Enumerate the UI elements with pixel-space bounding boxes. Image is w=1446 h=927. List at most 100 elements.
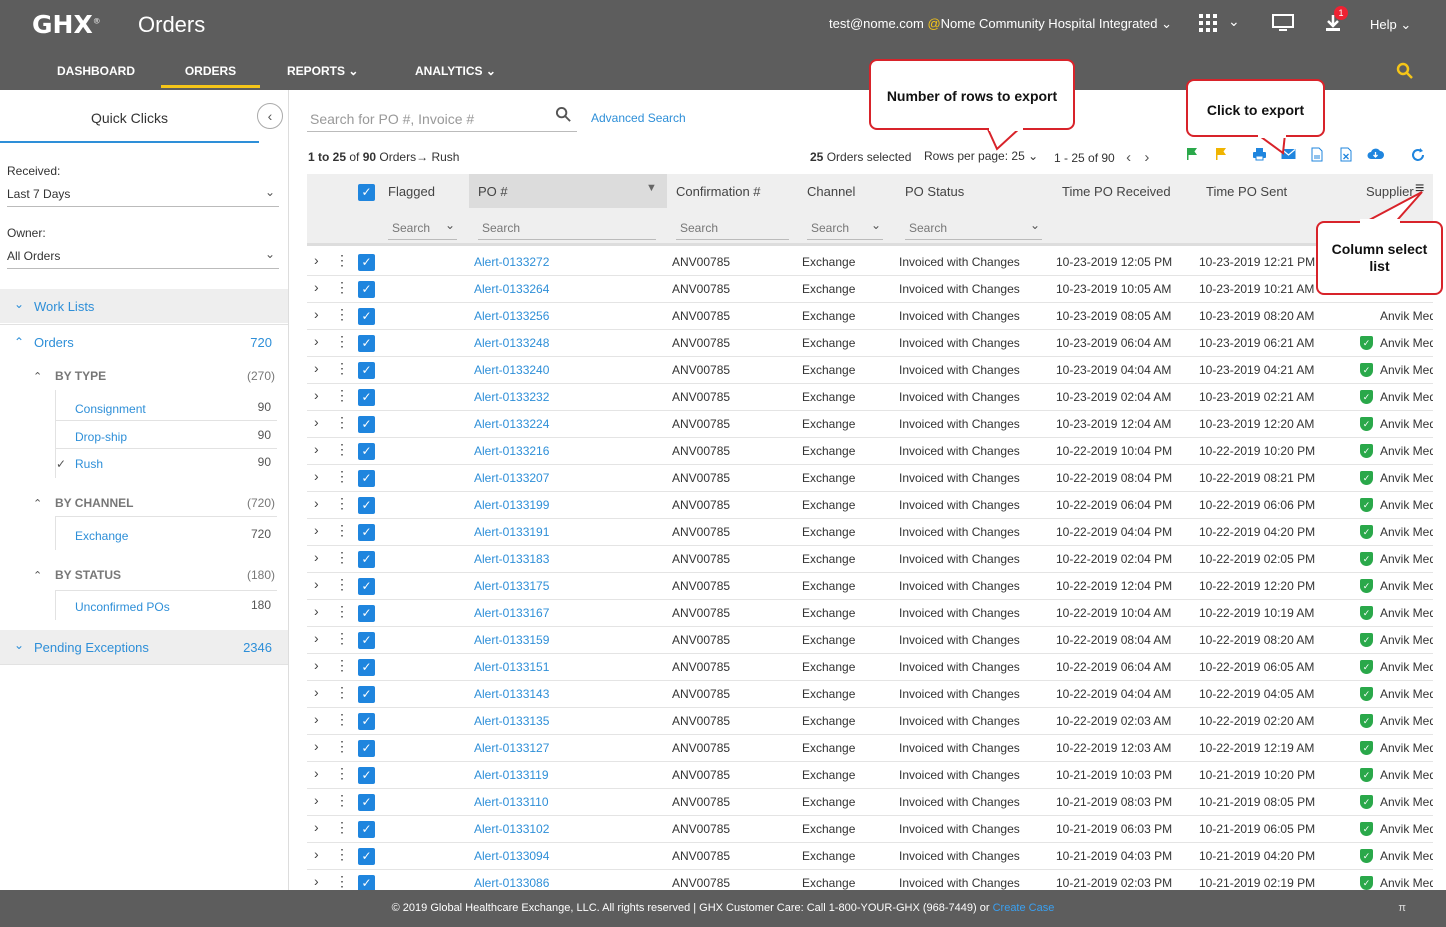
po-number-link[interactable]: Alert-0133256	[474, 309, 549, 323]
expand-row-icon[interactable]: ›	[314, 441, 319, 457]
table-row[interactable]: › ⋮ ✓ Alert-0133191 ANV00785 Exchange Invoiced…	[307, 519, 1433, 546]
po-number-link[interactable]: Alert-0133086	[474, 876, 549, 890]
table-row[interactable]: › ⋮ ✓ Alert-0133264 ANV00785 Exchange Invoiced…	[307, 276, 1433, 303]
nav-analytics[interactable]: ANALYTICS ⌄	[415, 64, 496, 78]
row-checkbox[interactable]: ✓	[358, 848, 375, 865]
po-search-box[interactable]: Search for PO #, Invoice #	[307, 106, 577, 132]
row-checkbox[interactable]: ✓	[358, 281, 375, 298]
po-number-link[interactable]: Alert-0133151	[474, 660, 549, 674]
search-input[interactable]: Search for PO #, Invoice #	[310, 111, 474, 127]
green-flag-icon[interactable]	[1186, 147, 1198, 164]
monitor-icon[interactable]	[1272, 14, 1294, 37]
expand-row-icon[interactable]: ›	[314, 252, 319, 268]
row-actions-icon[interactable]: ⋮	[335, 360, 349, 377]
row-actions-icon[interactable]: ⋮	[335, 873, 349, 890]
received-select[interactable]: Last 7 Days ⌄	[7, 185, 279, 207]
search-icon[interactable]	[1396, 62, 1414, 85]
row-checkbox[interactable]: ✓	[358, 794, 375, 811]
row-actions-icon[interactable]: ⋮	[335, 522, 349, 539]
expand-row-icon[interactable]: ›	[314, 765, 319, 781]
by-status-header[interactable]: BY STATUS	[55, 568, 121, 582]
row-actions-icon[interactable]: ⋮	[335, 252, 349, 269]
row-actions-icon[interactable]: ⋮	[335, 306, 349, 323]
row-actions-icon[interactable]: ⋮	[335, 711, 349, 728]
row-actions-icon[interactable]: ⋮	[335, 765, 349, 782]
flagged-filter[interactable]: Search ⌄	[388, 214, 457, 240]
table-row[interactable]: › ⋮ ✓ Alert-0133135 ANV00785 Exchange Invoiced…	[307, 708, 1433, 735]
status-filter[interactable]: Search ⌄	[905, 214, 1042, 240]
row-actions-icon[interactable]: ⋮	[335, 576, 349, 593]
search-icon[interactable]	[555, 106, 572, 128]
cloud-download-icon[interactable]	[1367, 147, 1384, 163]
table-row[interactable]: › ⋮ ✓ Alert-0133207 ANV00785 Exchange Invoiced…	[307, 465, 1433, 492]
work-lists-header[interactable]: ⌄ Work Lists	[0, 289, 288, 323]
table-row[interactable]: › ⋮ ✓ Alert-0133143 ANV00785 Exchange Invoiced…	[307, 681, 1433, 708]
po-filter-input[interactable]: Search	[478, 214, 656, 240]
po-number-link[interactable]: Alert-0133110	[474, 795, 549, 809]
row-checkbox[interactable]: ✓	[358, 335, 375, 352]
po-number-link[interactable]: Alert-0133191	[474, 525, 549, 539]
table-row[interactable]: › ⋮ ✓ Alert-0133159 ANV00785 Exchange Invoiced…	[307, 627, 1433, 654]
table-row[interactable]: › ⋮ ✓ Alert-0133102 ANV00785 Exchange Invoiced…	[307, 816, 1433, 843]
row-checkbox[interactable]: ✓	[358, 524, 375, 541]
nav-dashboard[interactable]: DASHBOARD	[57, 64, 135, 78]
row-checkbox[interactable]: ✓	[358, 497, 375, 514]
row-checkbox[interactable]: ✓	[358, 551, 375, 568]
expand-row-icon[interactable]: ›	[314, 603, 319, 619]
help-menu[interactable]: Help ⌄	[1370, 17, 1411, 33]
sidebar-item-rush[interactable]: Rush	[75, 457, 103, 471]
expand-row-icon[interactable]: ›	[314, 522, 319, 538]
po-number-link[interactable]: Alert-0133240	[474, 363, 549, 377]
expand-row-icon[interactable]: ›	[314, 630, 319, 646]
row-actions-icon[interactable]: ⋮	[335, 495, 349, 512]
row-checkbox[interactable]: ✓	[358, 362, 375, 379]
by-channel-header[interactable]: BY CHANNEL	[55, 496, 133, 510]
row-checkbox[interactable]: ✓	[358, 767, 375, 784]
expand-row-icon[interactable]: ›	[314, 387, 319, 403]
po-number-link[interactable]: Alert-0133224	[474, 417, 549, 431]
row-checkbox[interactable]: ✓	[358, 470, 375, 487]
row-actions-icon[interactable]: ⋮	[335, 387, 349, 404]
row-checkbox[interactable]: ✓	[358, 416, 375, 433]
row-actions-icon[interactable]: ⋮	[335, 549, 349, 566]
sidebar-item-orders[interactable]: Orders	[34, 335, 74, 350]
column-header-time-received[interactable]: Time PO Received	[1062, 184, 1171, 199]
next-page-icon[interactable]: ›	[1144, 149, 1149, 166]
table-row[interactable]: › ⋮ ✓ Alert-0133119 ANV00785 Exchange Invoiced…	[307, 762, 1433, 789]
row-actions-icon[interactable]: ⋮	[335, 657, 349, 674]
expand-row-icon[interactable]: ›	[314, 792, 319, 808]
refresh-icon[interactable]	[1410, 147, 1426, 166]
expand-row-icon[interactable]: ›	[314, 306, 319, 322]
row-checkbox[interactable]: ✓	[358, 443, 375, 460]
row-checkbox[interactable]: ✓	[358, 254, 375, 271]
row-checkbox[interactable]: ✓	[358, 389, 375, 406]
expand-row-icon[interactable]: ›	[314, 279, 319, 295]
row-checkbox[interactable]: ✓	[358, 659, 375, 676]
excel-export-icon[interactable]	[1340, 147, 1352, 165]
po-number-link[interactable]: Alert-0133216	[474, 444, 549, 458]
column-header-time-sent[interactable]: Time PO Sent	[1206, 184, 1287, 199]
chevron-up-icon[interactable]: ⌃	[33, 497, 42, 510]
expand-row-icon[interactable]: ›	[314, 819, 319, 835]
table-row[interactable]: › ⋮ ✓ Alert-0133086 ANV00785 Exchange Invoiced…	[307, 870, 1433, 890]
po-number-link[interactable]: Alert-0133232	[474, 390, 549, 404]
table-row[interactable]: › ⋮ ✓ Alert-0133151 ANV00785 Exchange Invoiced…	[307, 654, 1433, 681]
table-row[interactable]: › ⋮ ✓ Alert-0133167 ANV00785 Exchange Invoiced…	[307, 600, 1433, 627]
row-actions-icon[interactable]: ⋮	[335, 603, 349, 620]
row-checkbox[interactable]: ✓	[358, 632, 375, 649]
table-row[interactable]: › ⋮ ✓ Alert-0133110 ANV00785 Exchange Invoiced…	[307, 789, 1433, 816]
yellow-flag-icon[interactable]	[1215, 147, 1227, 164]
table-row[interactable]: › ⋮ ✓ Alert-0133183 ANV00785 Exchange Invoiced…	[307, 546, 1433, 573]
po-number-link[interactable]: Alert-0133135	[474, 714, 549, 728]
row-checkbox[interactable]: ✓	[358, 308, 375, 325]
chevron-up-icon[interactable]: ⌃	[33, 569, 42, 582]
po-number-link[interactable]: Alert-0133127	[474, 741, 549, 755]
po-number-link[interactable]: Alert-0133167	[474, 606, 549, 620]
collapse-sidebar-button[interactable]: ‹	[257, 103, 283, 129]
row-checkbox[interactable]: ✓	[358, 740, 375, 757]
orders-toggle-icon[interactable]: ⌃	[14, 335, 24, 349]
row-actions-icon[interactable]: ⋮	[335, 738, 349, 755]
expand-row-icon[interactable]: ›	[314, 711, 319, 727]
expand-row-icon[interactable]: ›	[314, 873, 319, 889]
expand-row-icon[interactable]: ›	[314, 846, 319, 862]
